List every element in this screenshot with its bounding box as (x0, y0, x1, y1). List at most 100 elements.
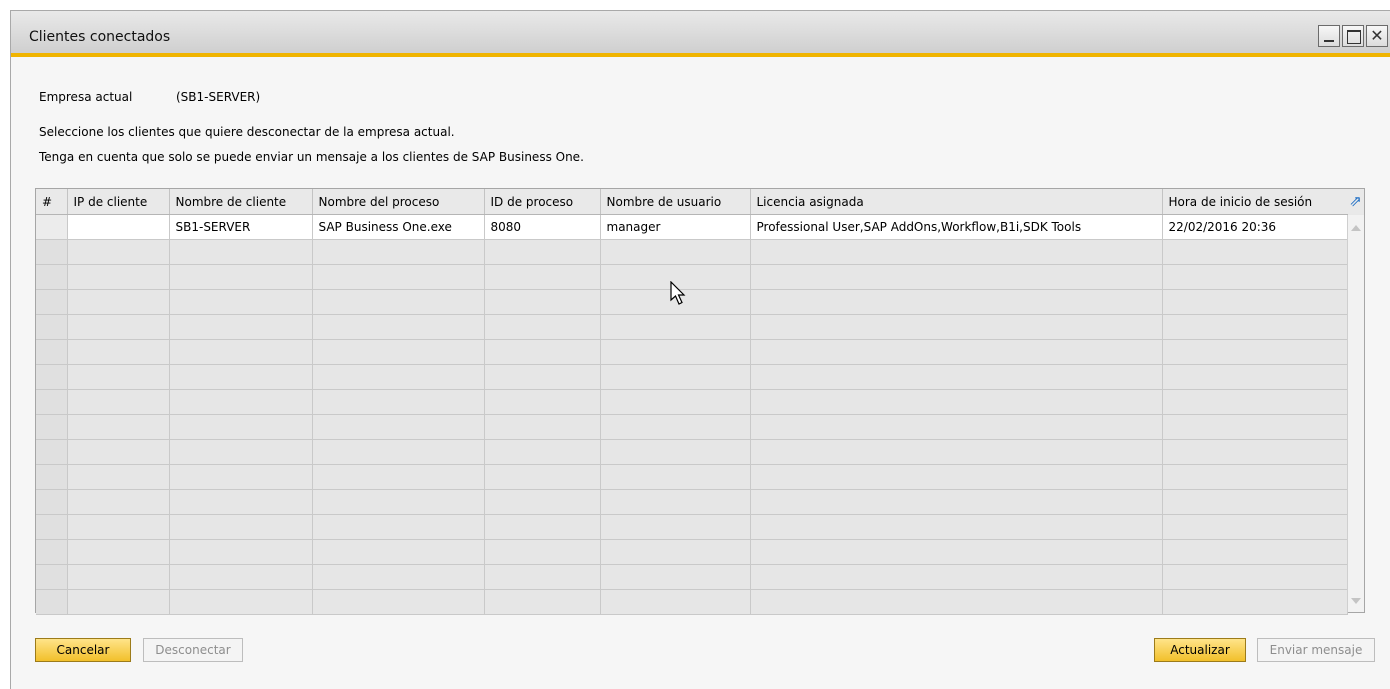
table-row[interactable] (36, 389, 1348, 415)
empty-cell[interactable] (600, 314, 751, 340)
empty-cell[interactable] (750, 439, 1163, 465)
empty-cell[interactable] (600, 439, 751, 465)
empty-cell[interactable] (1162, 339, 1348, 365)
empty-cell[interactable] (169, 589, 313, 615)
empty-cell[interactable] (169, 264, 313, 290)
empty-cell[interactable] (312, 339, 485, 365)
table-row[interactable] (36, 289, 1348, 315)
user-name-cell[interactable]: manager (600, 214, 751, 240)
table-row[interactable] (36, 489, 1348, 515)
empty-cell[interactable] (750, 389, 1163, 415)
process-name-cell[interactable]: SAP Business One.exe (312, 214, 485, 240)
empty-cell[interactable] (36, 439, 68, 465)
empty-cell[interactable] (36, 314, 68, 340)
empty-cell[interactable] (67, 489, 170, 515)
row-number-cell[interactable] (36, 214, 68, 240)
empty-cell[interactable] (36, 364, 68, 390)
empty-cell[interactable] (67, 514, 170, 540)
empty-cell[interactable] (484, 264, 601, 290)
empty-cell[interactable] (36, 564, 68, 590)
empty-cell[interactable] (600, 589, 751, 615)
empty-cell[interactable] (67, 264, 170, 290)
table-row[interactable] (36, 264, 1348, 290)
empty-cell[interactable] (1162, 489, 1348, 515)
refresh-button[interactable]: Actualizar (1154, 638, 1246, 662)
empty-cell[interactable] (36, 514, 68, 540)
empty-cell[interactable] (312, 239, 485, 265)
empty-cell[interactable] (67, 539, 170, 565)
empty-cell[interactable] (312, 439, 485, 465)
empty-cell[interactable] (750, 414, 1163, 440)
empty-cell[interactable] (67, 239, 170, 265)
empty-cell[interactable] (1162, 539, 1348, 565)
table-row[interactable] (36, 339, 1348, 365)
empty-cell[interactable] (169, 364, 313, 390)
empty-cell[interactable] (169, 314, 313, 340)
empty-cell[interactable] (36, 589, 68, 615)
table-row[interactable] (36, 564, 1348, 590)
empty-cell[interactable] (36, 489, 68, 515)
client-ip-cell[interactable] (67, 214, 170, 240)
expand-arrow-icon[interactable]: ⇗ (1347, 189, 1364, 214)
empty-cell[interactable] (36, 339, 68, 365)
empty-cell[interactable] (36, 414, 68, 440)
empty-cell[interactable] (750, 564, 1163, 590)
empty-cell[interactable] (67, 439, 170, 465)
table-row[interactable] (36, 439, 1348, 465)
empty-cell[interactable] (312, 464, 485, 490)
send-message-button[interactable]: Enviar mensaje (1257, 638, 1375, 662)
table-scrollbar[interactable] (1347, 215, 1364, 612)
empty-cell[interactable] (312, 289, 485, 315)
table-row[interactable] (36, 314, 1348, 340)
empty-cell[interactable] (67, 314, 170, 340)
empty-cell[interactable] (1162, 389, 1348, 415)
empty-cell[interactable] (169, 239, 313, 265)
table-row[interactable] (36, 589, 1348, 615)
empty-cell[interactable] (484, 364, 601, 390)
empty-cell[interactable] (67, 414, 170, 440)
empty-cell[interactable] (750, 239, 1163, 265)
empty-cell[interactable] (67, 564, 170, 590)
empty-cell[interactable] (750, 314, 1163, 340)
table-row[interactable] (36, 414, 1348, 440)
column-header-assigned-license[interactable]: Licencia asignada (750, 189, 1163, 215)
assigned-license-cell[interactable]: Professional User,SAP AddOns,Workflow,B1… (750, 214, 1163, 240)
empty-cell[interactable] (312, 389, 485, 415)
empty-cell[interactable] (67, 389, 170, 415)
empty-cell[interactable] (67, 289, 170, 315)
empty-cell[interactable] (312, 539, 485, 565)
table-row[interactable] (36, 239, 1348, 265)
column-header-client-ip[interactable]: IP de cliente (67, 189, 170, 215)
minimize-icon[interactable] (1318, 25, 1340, 47)
empty-cell[interactable] (1162, 464, 1348, 490)
empty-cell[interactable] (312, 564, 485, 590)
empty-cell[interactable] (484, 564, 601, 590)
empty-cell[interactable] (750, 514, 1163, 540)
empty-cell[interactable] (36, 389, 68, 415)
column-header-number[interactable]: # (36, 189, 68, 215)
empty-cell[interactable] (169, 339, 313, 365)
empty-cell[interactable] (750, 539, 1163, 565)
empty-cell[interactable] (600, 414, 751, 440)
empty-cell[interactable] (1162, 589, 1348, 615)
table-row[interactable]: SB1-SERVER SAP Business One.exe 8080 man… (36, 214, 1348, 240)
empty-cell[interactable] (600, 364, 751, 390)
table-row[interactable] (36, 364, 1348, 390)
empty-cell[interactable] (169, 514, 313, 540)
empty-cell[interactable] (750, 589, 1163, 615)
table-row[interactable] (36, 539, 1348, 565)
empty-cell[interactable] (1162, 564, 1348, 590)
empty-cell[interactable] (600, 339, 751, 365)
empty-cell[interactable] (67, 464, 170, 490)
empty-cell[interactable] (36, 239, 68, 265)
empty-cell[interactable] (750, 364, 1163, 390)
empty-cell[interactable] (312, 314, 485, 340)
empty-cell[interactable] (1162, 289, 1348, 315)
empty-cell[interactable] (312, 489, 485, 515)
title-bar[interactable]: Clientes conectados ✕ (11, 11, 1390, 57)
column-header-user-name[interactable]: Nombre de usuario (600, 189, 751, 215)
empty-cell[interactable] (750, 264, 1163, 290)
empty-cell[interactable] (169, 489, 313, 515)
empty-cell[interactable] (484, 414, 601, 440)
empty-cell[interactable] (600, 489, 751, 515)
